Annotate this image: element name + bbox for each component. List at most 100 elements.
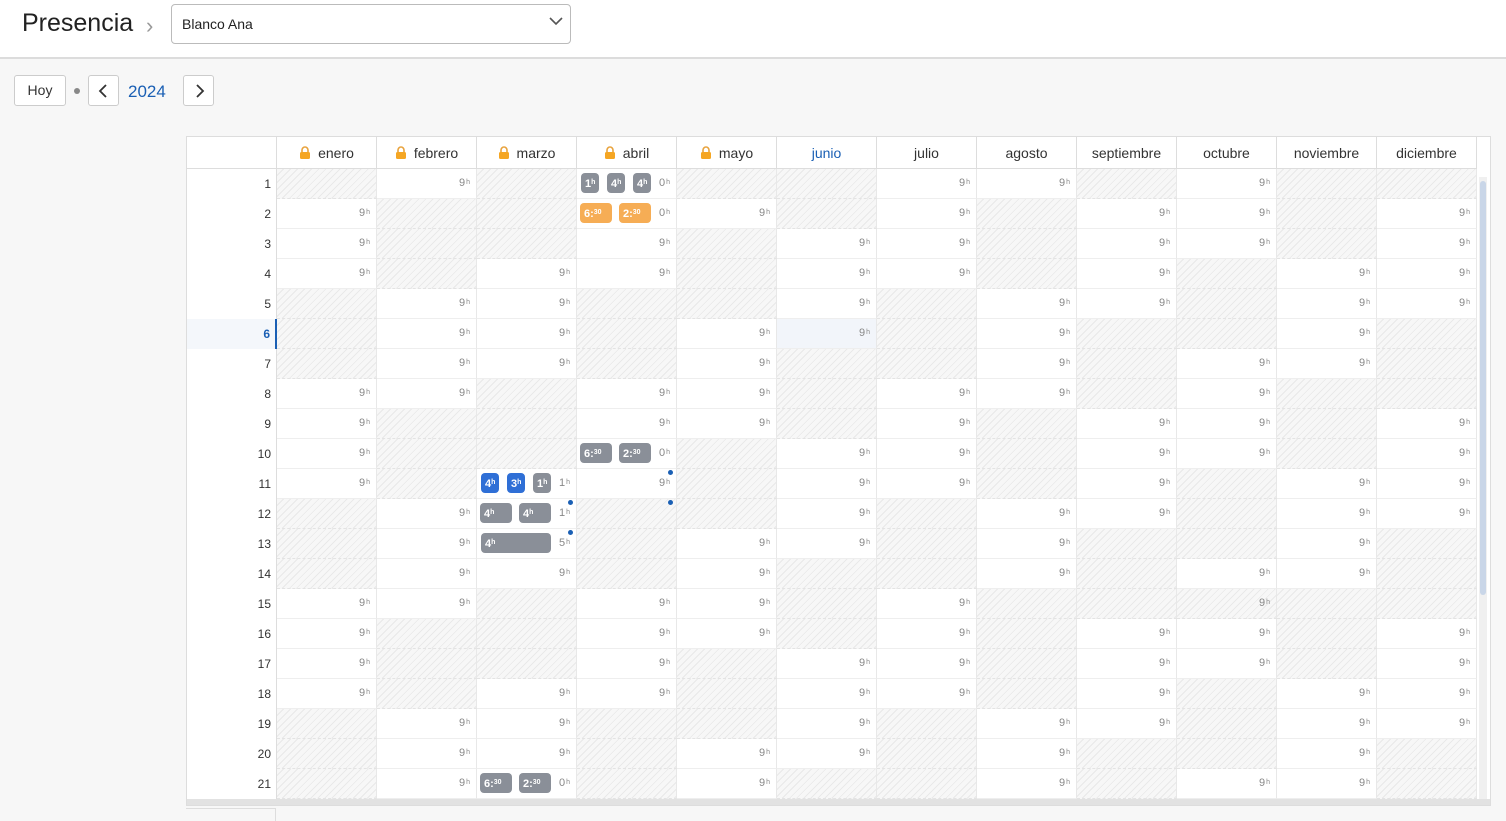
day-cell[interactable]	[1377, 349, 1477, 379]
day-cell[interactable]: 9h	[1377, 709, 1477, 739]
day-cell[interactable]	[977, 439, 1077, 469]
day-cell[interactable]: 9h	[1177, 559, 1277, 589]
day-cell[interactable]: 9h	[1277, 769, 1377, 799]
day-cell[interactable]	[777, 379, 877, 409]
day-cell[interactable]	[877, 769, 977, 799]
day-cell[interactable]	[777, 769, 877, 799]
day-cell[interactable]: 9h	[1077, 439, 1177, 469]
today-button[interactable]: Hoy	[14, 75, 66, 106]
day-cell[interactable]: 9h	[877, 679, 977, 709]
day-cell[interactable]	[877, 739, 977, 769]
day-cell[interactable]: 9h	[277, 649, 377, 679]
time-entry-bar[interactable]: 1h	[581, 173, 599, 193]
month-header-diciembre[interactable]: diciembre	[1377, 137, 1477, 169]
day-cell[interactable]	[677, 679, 777, 709]
day-cell[interactable]: 9h	[777, 229, 877, 259]
day-cell[interactable]	[777, 409, 877, 439]
day-cell[interactable]: 9h	[477, 289, 577, 319]
vertical-scrollbar[interactable]	[1480, 181, 1486, 595]
day-cell[interactable]: 9h	[1277, 319, 1377, 349]
day-cell[interactable]	[377, 439, 477, 469]
day-cell[interactable]: 9h	[1377, 229, 1477, 259]
day-cell[interactable]: 9h	[1077, 499, 1177, 529]
day-cell[interactable]: 9h	[1277, 559, 1377, 589]
day-cell[interactable]: 9h	[1177, 589, 1277, 619]
day-cell[interactable]	[1377, 169, 1477, 199]
day-cell[interactable]	[1077, 589, 1177, 619]
day-cell[interactable]: 9h	[1077, 199, 1177, 229]
day-cell[interactable]	[577, 349, 677, 379]
day-cell[interactable]	[877, 289, 977, 319]
day-cell[interactable]: 9h	[777, 529, 877, 559]
day-cell[interactable]	[677, 469, 777, 499]
day-cell[interactable]: 9h	[377, 769, 477, 799]
day-cell[interactable]: 9h	[677, 619, 777, 649]
day-cell[interactable]	[277, 289, 377, 319]
day-cell[interactable]	[577, 739, 677, 769]
day-cell[interactable]: 9h	[1277, 529, 1377, 559]
day-cell[interactable]: 9h	[877, 649, 977, 679]
month-header-agosto[interactable]: agosto	[977, 137, 1077, 169]
employee-select[interactable]: Blanco Ana	[171, 4, 571, 44]
day-cell[interactable]	[1277, 379, 1377, 409]
day-cell[interactable]	[477, 229, 577, 259]
day-cell[interactable]: 9h	[1077, 709, 1177, 739]
day-cell[interactable]	[1377, 529, 1477, 559]
day-cell[interactable]: 9h	[277, 619, 377, 649]
day-cell[interactable]	[1377, 559, 1477, 589]
day-cell[interactable]	[277, 769, 377, 799]
day-cell[interactable]: 9h	[277, 259, 377, 289]
day-cell[interactable]: 9h	[277, 469, 377, 499]
day-cell[interactable]: 9h	[1177, 379, 1277, 409]
day-cell[interactable]	[777, 619, 877, 649]
day-cell[interactable]: 9h	[1377, 289, 1477, 319]
day-cell[interactable]: 9h	[977, 169, 1077, 199]
day-cell[interactable]	[577, 289, 677, 319]
day-cell[interactable]: 9h	[377, 589, 477, 619]
day-cell[interactable]: 9h	[1277, 709, 1377, 739]
day-cell[interactable]	[277, 169, 377, 199]
day-cell[interactable]: 9h	[577, 259, 677, 289]
day-cell[interactable]	[1177, 289, 1277, 319]
day-cell[interactable]: 9h	[477, 739, 577, 769]
day-cell[interactable]: 9h	[277, 679, 377, 709]
day-cell[interactable]	[1377, 769, 1477, 799]
day-cell[interactable]: 9h	[777, 439, 877, 469]
day-cell[interactable]	[1077, 379, 1177, 409]
day-cell[interactable]: 9h	[877, 469, 977, 499]
day-cell[interactable]: 9h	[1177, 409, 1277, 439]
day-cell[interactable]: 9h	[577, 589, 677, 619]
month-header-noviembre[interactable]: noviembre	[1277, 137, 1377, 169]
day-cell[interactable]	[877, 349, 977, 379]
day-cell[interactable]	[1277, 199, 1377, 229]
day-cell[interactable]: 9h	[277, 229, 377, 259]
day-cell[interactable]: 9h	[877, 439, 977, 469]
day-cell[interactable]	[477, 199, 577, 229]
day-cell[interactable]	[477, 409, 577, 439]
next-year-button[interactable]	[183, 75, 214, 106]
day-cell[interactable]	[277, 529, 377, 559]
day-cell[interactable]: 9h	[277, 199, 377, 229]
day-cell[interactable]: 9h	[1377, 409, 1477, 439]
day-cell[interactable]	[1377, 739, 1477, 769]
day-cell[interactable]	[477, 379, 577, 409]
day-cell[interactable]: 9h	[677, 529, 777, 559]
day-cell[interactable]: 9h	[877, 169, 977, 199]
month-header-septiembre[interactable]: septiembre	[1077, 137, 1177, 169]
day-cell[interactable]	[1277, 409, 1377, 439]
day-cell[interactable]: 9h	[477, 349, 577, 379]
day-cell[interactable]: 9h	[777, 709, 877, 739]
day-cell[interactable]: 9h	[577, 469, 677, 499]
day-cell[interactable]: 9h	[1177, 619, 1277, 649]
day-cell[interactable]: 9h	[977, 499, 1077, 529]
prev-year-button[interactable]	[88, 75, 119, 106]
day-cell[interactable]	[277, 559, 377, 589]
day-cell[interactable]	[1077, 319, 1177, 349]
day-cell[interactable]: 9h	[377, 709, 477, 739]
day-cell[interactable]	[1177, 259, 1277, 289]
day-cell[interactable]: 9h	[1177, 349, 1277, 379]
day-cell[interactable]: 9h	[977, 289, 1077, 319]
resize-handle-icon[interactable]	[668, 500, 673, 505]
day-cell[interactable]	[977, 409, 1077, 439]
day-cell[interactable]	[1077, 169, 1177, 199]
